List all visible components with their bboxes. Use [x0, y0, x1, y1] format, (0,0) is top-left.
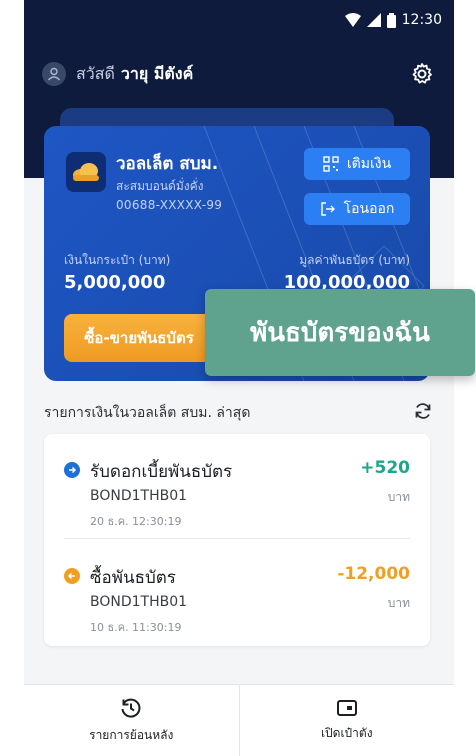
expense-arrow-icon: [64, 568, 80, 584]
transaction-amount: -12,000: [337, 564, 410, 584]
bottom-nav: รายการย้อนหลัง เปิดเป๋าตัง: [24, 684, 454, 756]
wallet-subtitle: สะสมบอนด์มั่งคั่ง: [116, 179, 204, 193]
recent-transactions-title: รายการเงินในวอลเล็ต สบม. ล่าสุด: [44, 405, 251, 421]
divider: [64, 538, 410, 539]
wallet-logo: [66, 152, 106, 192]
transaction-amount: +520: [360, 458, 410, 478]
transaction-title: รับดอกเบี้ยพันธบัตร: [90, 462, 233, 482]
bond-value-label: มูลค่าพันธบัตร (บาท): [299, 253, 410, 267]
buy-sell-bond-button[interactable]: ซื้อ-ขายพันธบัตร: [64, 314, 214, 362]
settings-button[interactable]: [408, 60, 436, 88]
my-bonds-tooltip[interactable]: พันธบัตรของฉัน: [205, 289, 475, 376]
balance-value: 5,000,000: [64, 272, 166, 293]
transaction-title: ซื้อพันธบัตร: [90, 568, 176, 588]
user-icon[interactable]: [42, 62, 66, 86]
transaction-code: BOND1THB01: [90, 488, 188, 504]
transfer-out-button[interactable]: โอนออก: [304, 193, 410, 225]
status-bar: 12:30: [24, 0, 454, 38]
app-screen: 12:30 สวัสดี วายุ มีตังค์ วอลเล็ต สบม. ส…: [24, 0, 454, 756]
nav-history[interactable]: รายการย้อนหลัง: [24, 685, 239, 756]
cloud-logo-icon: [73, 163, 99, 181]
wifi-icon: [344, 13, 361, 27]
status-icons: 12:30: [344, 12, 442, 28]
topup-button[interactable]: เติมเงิน: [304, 148, 410, 180]
transaction-item[interactable]: ซื้อพันธบัตร BOND1THB01 10 ธ.ค. 11:30:19…: [44, 540, 430, 640]
wallet-icon: [336, 700, 357, 716]
transfer-out-label: โอนออก: [343, 201, 395, 217]
refresh-icon: [415, 403, 431, 419]
my-bonds-label: พันธบัตรของฉัน: [250, 318, 430, 348]
transaction-item[interactable]: รับดอกเบี้ยพันธบัตร BOND1THB01 20 ธ.ค. 1…: [44, 434, 430, 534]
refresh-button[interactable]: [410, 398, 436, 424]
transaction-time: 20 ธ.ค. 12:30:19: [90, 515, 182, 528]
topup-label: เติมเงิน: [346, 156, 392, 172]
balance-label: เงินในกระเป๋า (บาท): [64, 253, 171, 267]
transaction-unit: บาท: [387, 596, 410, 610]
transaction-time: 10 ธ.ค. 11:30:19: [90, 621, 182, 634]
income-arrow-icon: [64, 462, 80, 478]
status-time: 12:30: [401, 12, 442, 28]
qr-code-icon: [323, 156, 339, 172]
transaction-code: BOND1THB01: [90, 594, 188, 610]
nav-pocket[interactable]: เปิดเป๋าตัง: [240, 685, 455, 756]
transaction-unit: บาท: [387, 490, 410, 504]
battery-icon: [386, 12, 396, 28]
transfer-out-icon: [320, 202, 335, 216]
nav-pocket-label: เปิดเป๋าตัง: [320, 726, 373, 740]
gear-icon: [412, 63, 432, 84]
buy-sell-bond-label: ซื้อ-ขายพันธบัตร: [84, 329, 194, 347]
user-name: วายุ มีตังค์: [120, 63, 194, 83]
transactions-card: รับดอกเบี้ยพันธบัตร BOND1THB01 20 ธ.ค. 1…: [44, 434, 430, 646]
greeting-text: สวัสดี: [76, 63, 115, 83]
history-icon: [121, 698, 141, 718]
signal-icon: [366, 13, 381, 27]
nav-history-label: รายการย้อนหลัง: [89, 728, 174, 742]
wallet-name: วอลเล็ต สบม.: [116, 154, 219, 174]
wallet-account-number: 00688-XXXXX-99: [116, 198, 223, 212]
greeting-row: สวัสดี วายุ มีตังค์: [42, 58, 436, 90]
